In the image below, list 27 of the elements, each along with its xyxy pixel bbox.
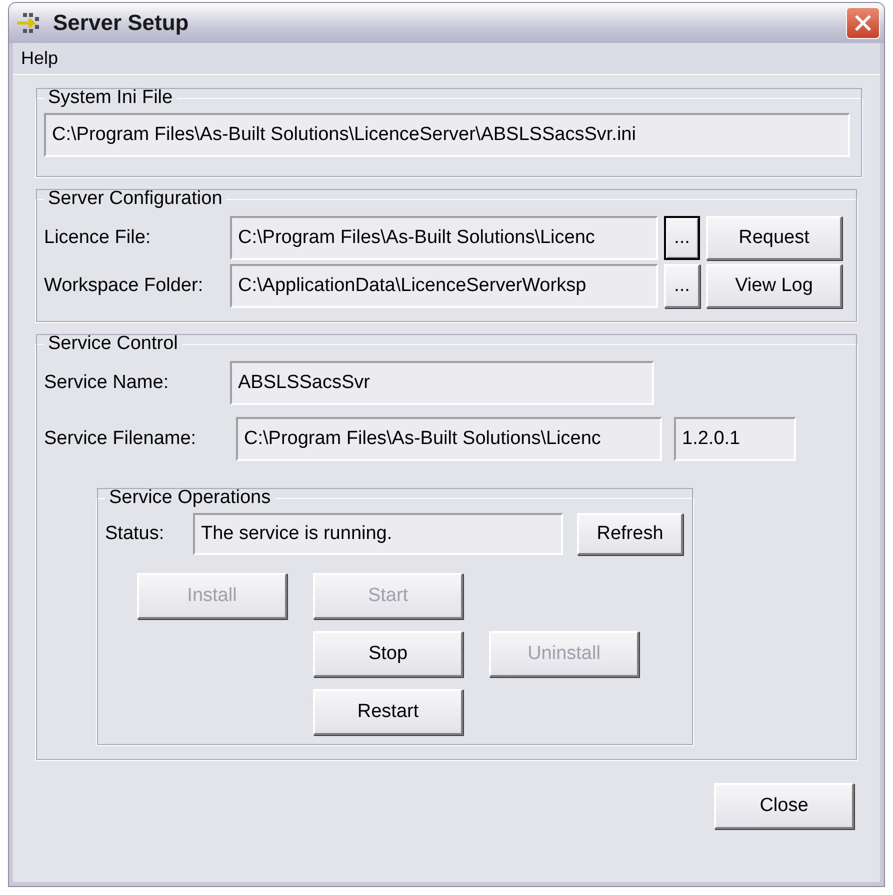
service-name-field[interactable]: ABSLSSacsSvr (230, 361, 654, 405)
action-button[interactable]: Request (706, 216, 842, 260)
service-filename-field[interactable]: C:\Program Files\As-Built Solutions\Licenc (236, 417, 662, 461)
operation-button[interactable]: Stop (313, 631, 463, 677)
operation-button[interactable]: Restart (313, 689, 463, 735)
menu-item[interactable]: Help (17, 45, 62, 72)
group-title: System Ini File (47, 87, 174, 109)
status-label: Status: (105, 523, 166, 545)
field-label: Service Name: (44, 372, 170, 394)
field-label: Licence File: (44, 227, 152, 249)
field-label: Workspace Folder: (44, 275, 204, 297)
field-label: Service Filename: (44, 428, 198, 450)
ini-path-field[interactable]: C:\Program Files\As-Built Solutions\LicenceServer\ABSLSSacsSvr.ini (44, 113, 850, 157)
browse-button[interactable]: ... (664, 264, 700, 308)
path-field[interactable]: C:\Program Files\As-Built Solutions\Licenc (230, 216, 658, 260)
close-button[interactable]: Close (714, 783, 854, 829)
browse-button[interactable]: ... (664, 216, 700, 260)
window-title: Server Setup (53, 10, 190, 36)
action-button[interactable]: View Log (706, 264, 842, 308)
path-field[interactable]: C:\ApplicationData\LicenceServerWorksp (230, 264, 658, 308)
close-icon[interactable] (846, 7, 880, 39)
group-title: Server Configuration (47, 188, 224, 210)
version-field[interactable]: 1.2.0.1 (674, 417, 796, 461)
group-title: Service Operations (108, 487, 272, 509)
status-field[interactable]: The service is running. (193, 513, 563, 555)
group-title: Service Control (47, 333, 179, 355)
refresh-button[interactable]: Refresh (577, 513, 683, 555)
